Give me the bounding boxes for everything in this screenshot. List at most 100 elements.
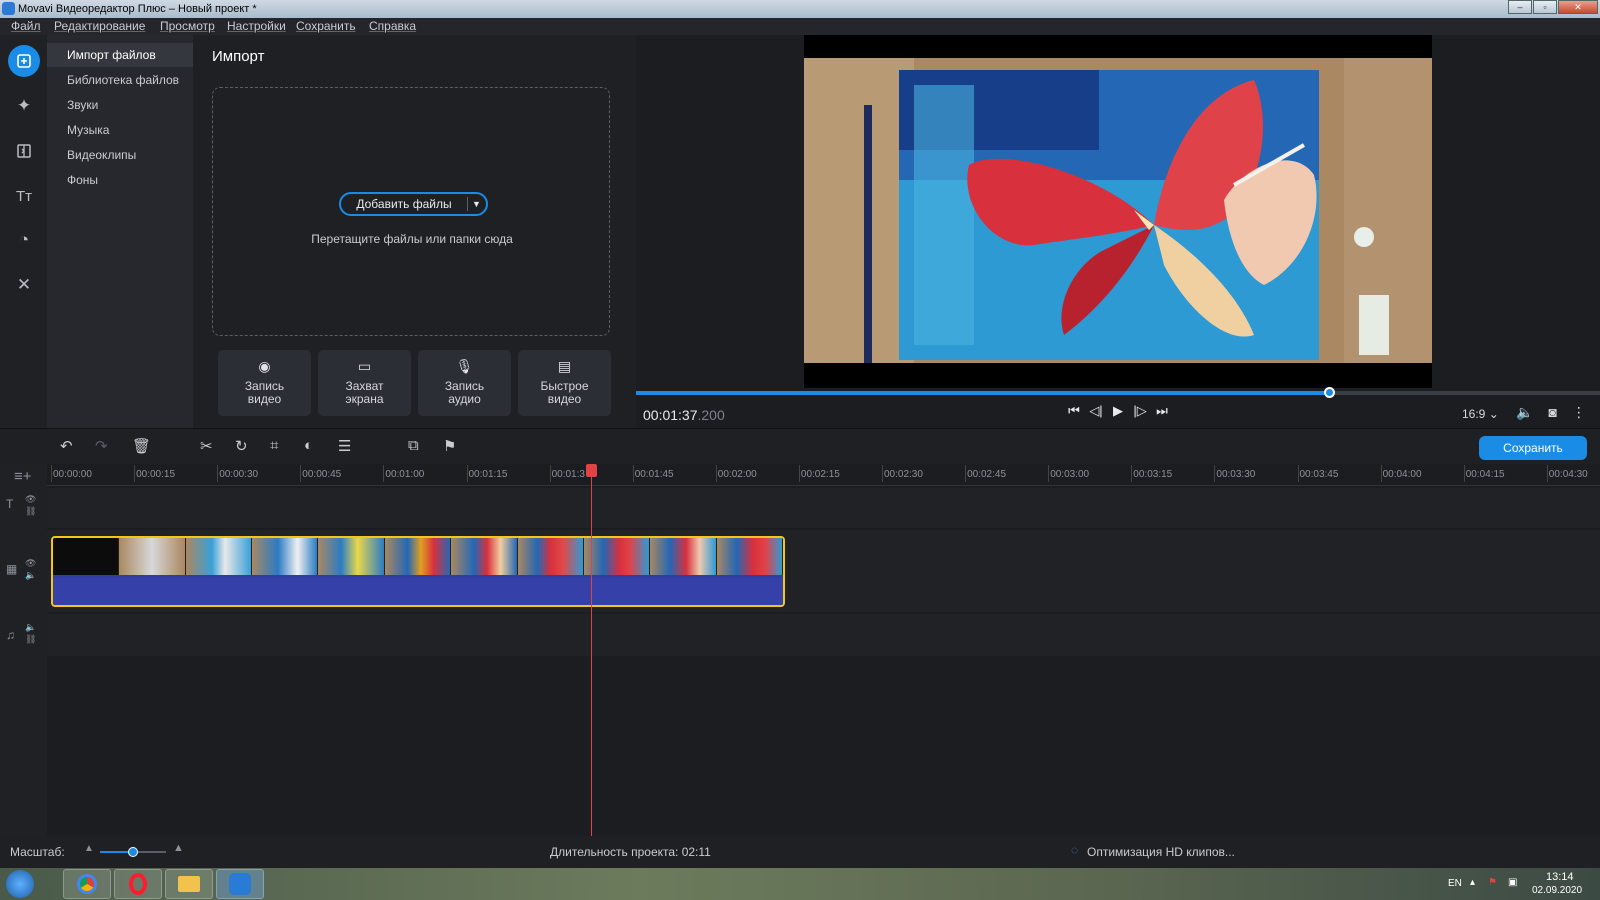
clock-time[interactable]: 13:14 [1546, 871, 1574, 883]
project-duration: Длительность проекта: 02:11 [550, 845, 711, 859]
drop-zone[interactable]: Добавить файлы ▼ Перетащите файлы или па… [212, 87, 610, 336]
scale-label: Масштаб: [10, 845, 65, 859]
zoom-slider-handle[interactable] [128, 847, 138, 857]
cut-scissors-icon[interactable]: ✂ [200, 437, 213, 455]
category-music[interactable]: Музыка [47, 118, 193, 142]
add-files-label: Добавить файлы [356, 197, 452, 211]
crop-icon[interactable]: ⌗ [270, 437, 278, 454]
clip-thumbnail [583, 538, 651, 575]
volume-icon[interactable]: 🔈 [1516, 404, 1533, 421]
frame-back-icon[interactable]: ◁| [1088, 403, 1104, 419]
music-track[interactable] [47, 614, 1600, 656]
panel-title: Импорт [212, 48, 265, 65]
menu-edit[interactable]: Редактирование [54, 18, 145, 35]
record-video-button[interactable]: ◉ Запись видео [218, 350, 311, 416]
transitions-icon[interactable] [8, 135, 40, 167]
menu-file[interactable]: Файл [11, 18, 41, 35]
timecode: 00:01:37.200 [643, 407, 725, 423]
category-file-library[interactable]: Библиотека файлов [47, 68, 193, 92]
mute-speaker-icon[interactable]: 🔈 [25, 570, 36, 581]
visibility-eye-icon[interactable]: 👁 [25, 494, 36, 505]
import-icon[interactable] [8, 45, 40, 77]
network-icon[interactable]: ▣ [1508, 877, 1517, 888]
playhead-handle[interactable] [586, 464, 597, 477]
record-audio-button[interactable]: 🎙 Запись аудио [418, 350, 511, 416]
link-icon[interactable]: ⛓ [25, 634, 36, 645]
ruler-tick-label: 00:02:45 [965, 465, 1007, 482]
more-vertical-icon[interactable]: ⋮ [1572, 404, 1586, 421]
filters-magic-wand-icon[interactable]: ✦ [8, 90, 40, 122]
menu-help[interactable]: Справка [369, 18, 416, 35]
skip-to-end-icon[interactable]: ⏭ [1154, 403, 1170, 419]
clip-audio-waveform[interactable] [53, 578, 783, 605]
show-hidden-icons-icon[interactable]: ▴ [1470, 877, 1475, 888]
clip-properties-icon[interactable]: ☰ [338, 437, 351, 455]
file-explorer-icon[interactable] [165, 869, 213, 899]
category-sounds[interactable]: Звуки [47, 93, 193, 117]
quick-video-button[interactable]: ▤ Быстрое видео [518, 350, 611, 416]
zoom-slider[interactable] [100, 847, 166, 857]
zoom-in-icon[interactable]: ▲ [173, 842, 184, 854]
category-backgrounds[interactable]: Фоны [47, 168, 193, 192]
rotate-icon[interactable]: ↻ [235, 437, 248, 455]
mute-speaker-icon[interactable]: 🔈 [25, 622, 36, 633]
menu-view[interactable]: Просмотр [160, 18, 215, 35]
titles-icon[interactable]: Tт [8, 180, 40, 212]
scrubber-progress [636, 391, 1330, 395]
loading-spinner-icon: ◌ [1071, 843, 1079, 857]
tool-rail: ✦ Tт ◔ ✕ [0, 35, 47, 428]
ruler-tick-label: 00:02:15 [798, 465, 840, 482]
skip-to-start-icon[interactable]: ⏮ [1066, 403, 1082, 419]
category-videoclips[interactable]: Видеоклипы [47, 143, 193, 167]
screen-capture-button[interactable]: ▭ Захват экрана [318, 350, 411, 416]
redo-icon[interactable]: ↷ [95, 437, 108, 455]
delete-icon[interactable]: 🗑 [132, 437, 151, 455]
timecode-ms: .200 [697, 407, 725, 423]
zoom-out-icon[interactable]: ▲ [84, 843, 94, 854]
chrome-icon[interactable] [63, 869, 111, 899]
marker-flag-icon[interactable]: ⚑ [443, 437, 456, 455]
add-files-button[interactable]: Добавить файлы ▼ [339, 192, 488, 216]
overlay-icon[interactable]: ⧉ [408, 437, 419, 454]
opera-icon[interactable] [114, 869, 162, 899]
stickers-clock-icon[interactable]: ◔ [8, 224, 40, 256]
frame-forward-icon[interactable]: |▷ [1132, 403, 1148, 419]
start-button[interactable] [6, 870, 34, 898]
webcam-icon: ◉ [258, 358, 271, 374]
save-export-button[interactable]: Сохранить [1479, 436, 1587, 460]
video-clip[interactable] [51, 536, 785, 607]
aspect-ratio-select[interactable]: 16:9 ⌄ [1462, 407, 1499, 421]
color-adjust-icon[interactable]: ◐ [304, 437, 313, 454]
input-language[interactable]: EN [1448, 878, 1462, 889]
add-track-icon[interactable]: ≡+ [14, 468, 32, 485]
menu-save[interactable]: Сохранить [296, 18, 356, 35]
import-panel: Импорт Добавить файлы ▼ Перетащите файлы… [193, 35, 636, 428]
monitor-icon: ▭ [357, 358, 372, 374]
visibility-eye-icon[interactable]: 👁 [25, 558, 36, 569]
ruler-tick-label: 00:01:45 [632, 465, 674, 482]
snapshot-camera-icon[interactable]: ◙ [1548, 404, 1556, 421]
movavi-taskbar-icon[interactable] [216, 869, 264, 899]
chevron-down-icon[interactable]: ▼ [472, 194, 481, 214]
action-center-flag-icon[interactable]: ⚑ [1488, 877, 1497, 888]
title-track[interactable] [47, 488, 1600, 528]
undo-icon[interactable]: ↶ [60, 437, 73, 455]
menu-settings[interactable]: Настройки [227, 18, 286, 35]
more-tools-icon[interactable]: ✕ [8, 269, 40, 301]
play-icon[interactable]: ▶ [1110, 403, 1126, 419]
category-import-files[interactable]: Импорт файлов [47, 43, 193, 67]
minimize-button[interactable]: – [1508, 0, 1532, 14]
quick-video-icon: ▤ [557, 358, 572, 374]
clip-thumbnail [252, 538, 319, 575]
time-ruler[interactable]: 00:00:00 00:00:15 00:00:30 00:00:45 00:01:00… [47, 464, 1600, 486]
close-button[interactable]: ✕ [1558, 0, 1598, 14]
link-icon[interactable]: ⛓ [25, 506, 36, 517]
clock-date[interactable]: 02.09.2020 [1532, 885, 1582, 896]
playback-scrubber[interactable] [636, 387, 1600, 398]
ruler-tick-label: 00:04:30 [1546, 465, 1588, 482]
playhead[interactable] [586, 464, 597, 836]
ruler-tick-label: 00:00:30 [217, 465, 259, 482]
scrubber-handle[interactable] [1324, 387, 1335, 398]
video-preview[interactable] [804, 35, 1432, 388]
maximize-button[interactable]: ▫ [1533, 0, 1557, 14]
